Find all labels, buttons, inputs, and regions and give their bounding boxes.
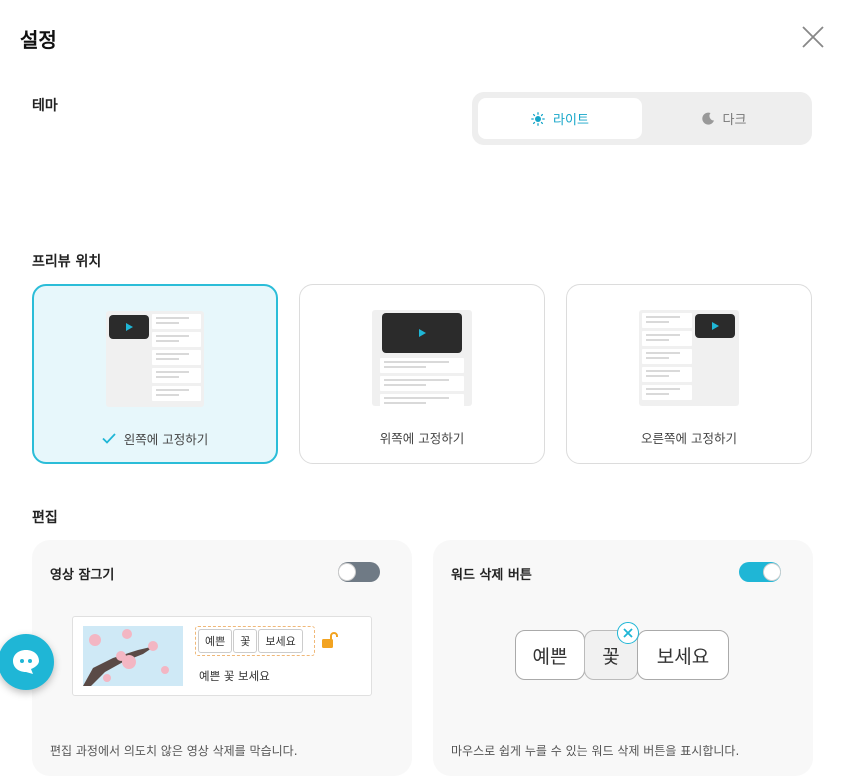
- word-delete-toggle[interactable]: [739, 562, 781, 582]
- word-delete-illustration: 예쁜 꽃 보세요: [515, 622, 729, 680]
- play-icon: [711, 322, 719, 330]
- toggle-knob: [763, 563, 781, 581]
- layout-thumbnail: [639, 310, 739, 406]
- word-block: 예쁜: [515, 630, 585, 680]
- toggle-knob: [338, 563, 356, 581]
- cherry-blossom-image: [83, 626, 183, 686]
- preview-option-right-label: 오른쪽에 고정하기: [641, 431, 737, 446]
- theme-section-label: 테마: [32, 98, 58, 114]
- video-thumb: [382, 313, 462, 353]
- sun-icon: [531, 111, 545, 126]
- unlock-icon: [322, 632, 338, 648]
- word-chip-group: 예쁜 꽃 보세요: [195, 626, 315, 656]
- word-chip: 꽃: [233, 629, 258, 653]
- video-lock-card: 영상 잠그기 예쁜 꽃 보세요 예쁜 꽃 보세요 편집 과정에서 의도치 않은 …: [32, 540, 412, 776]
- preview-option-top-label: 위쪽에 고정하기: [379, 431, 465, 446]
- check-icon: [102, 433, 116, 444]
- video-thumb: [695, 314, 735, 338]
- layout-thumbnail: [106, 311, 204, 407]
- delete-word-icon[interactable]: [617, 622, 639, 644]
- video-lock-title: 영상 잠그기: [50, 568, 115, 583]
- theme-toggle: 라이트 다크: [472, 92, 812, 145]
- preview-option-right-caption: 오른쪽에 고정하기: [567, 428, 811, 447]
- theme-light-option[interactable]: 라이트: [478, 98, 642, 139]
- word-chip: 보세요: [258, 629, 303, 653]
- preview-option-right[interactable]: 오른쪽에 고정하기: [566, 284, 812, 464]
- video-lock-toggle[interactable]: [338, 562, 380, 582]
- preview-option-left-caption: 왼쪽에 고정하기: [34, 429, 276, 448]
- word-delete-description: 마우스로 쉽게 누를 수 있는 워드 삭제 버튼을 표시합니다.: [451, 744, 740, 758]
- transcript-lines: [152, 314, 201, 404]
- theme-dark-option[interactable]: 다크: [642, 98, 806, 139]
- word-block: 보세요: [637, 630, 729, 680]
- video-lock-description: 편집 과정에서 의도치 않은 영상 삭제를 막습니다.: [50, 744, 298, 758]
- video-thumb: [109, 315, 149, 339]
- moon-icon: [701, 112, 714, 125]
- close-icon[interactable]: [800, 24, 826, 50]
- preview-option-top-caption: 위쪽에 고정하기: [300, 428, 544, 447]
- video-lock-illustration: 예쁜 꽃 보세요 예쁜 꽃 보세요: [72, 616, 372, 696]
- layout-thumbnail: [372, 310, 472, 409]
- transcript-lines: [380, 358, 464, 412]
- edit-section-label: 편집: [32, 510, 58, 526]
- preview-option-left-label: 왼쪽에 고정하기: [123, 432, 209, 447]
- play-icon: [125, 323, 133, 331]
- preview-option-left[interactable]: 왼쪽에 고정하기: [32, 284, 278, 464]
- page-title: 설정: [20, 28, 57, 52]
- theme-light-label: 라이트: [553, 113, 589, 128]
- word-delete-card: 워드 삭제 버튼 예쁜 꽃 보세요 마우스로 쉽게 누를 수 있는 워드 삭제 …: [433, 540, 813, 776]
- preview-option-top[interactable]: 위쪽에 고정하기: [299, 284, 545, 464]
- play-icon: [418, 329, 426, 337]
- transcript-lines: [642, 313, 692, 403]
- chat-support-button[interactable]: [0, 634, 54, 690]
- word-delete-title: 워드 삭제 버튼: [451, 568, 532, 583]
- subtitle-preview: 예쁜 꽃 보세요: [199, 669, 270, 683]
- word-chip: 예쁜: [198, 629, 233, 653]
- chat-bubble-icon: [13, 650, 39, 674]
- theme-dark-label: 다크: [722, 113, 747, 128]
- preview-section-label: 프리뷰 위치: [32, 254, 102, 270]
